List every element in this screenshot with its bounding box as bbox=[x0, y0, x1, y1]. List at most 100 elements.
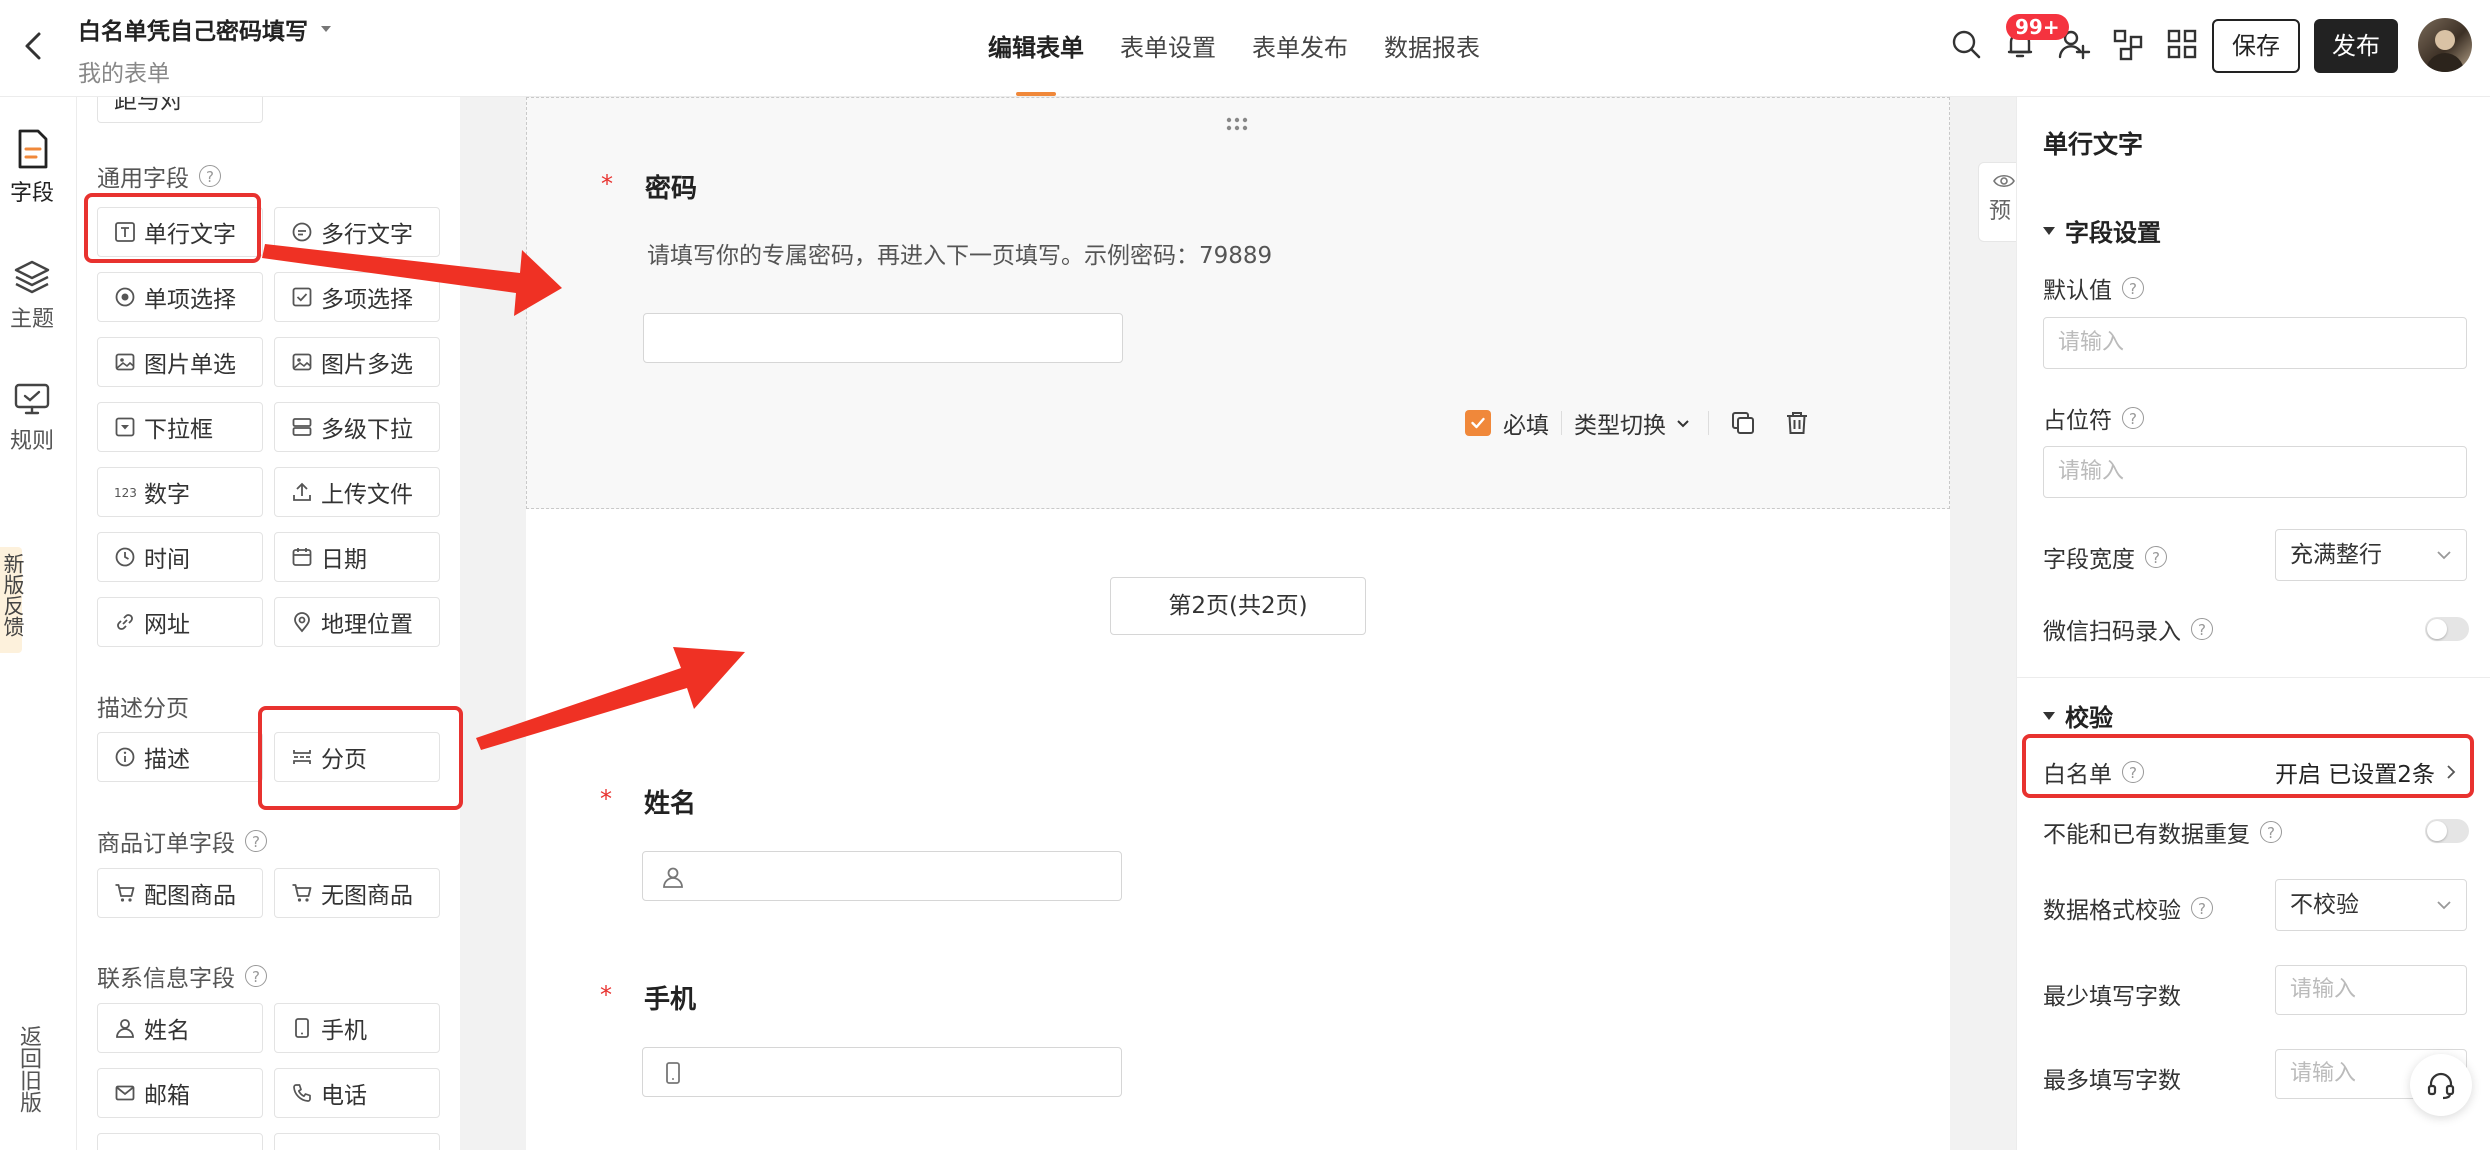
field-cascade[interactable]: 多级下拉 bbox=[274, 402, 440, 452]
field-partial[interactable]: 距与对 bbox=[97, 97, 263, 123]
field-multi-choice[interactable]: 多项选择 bbox=[274, 272, 440, 322]
field-partial-bottom[interactable] bbox=[97, 1133, 263, 1150]
field-dropdown[interactable]: 下拉框 bbox=[97, 402, 263, 452]
divider bbox=[1708, 411, 1709, 435]
mobile-icon bbox=[666, 1062, 680, 1084]
back-to-old-version[interactable]: 返回旧版 bbox=[14, 1025, 41, 1121]
question-title: 姓名 bbox=[644, 789, 697, 819]
select-value: 充满整行 bbox=[2290, 542, 2382, 568]
field-phone[interactable]: 手机 bbox=[274, 1003, 440, 1053]
save-button[interactable]: 保存 bbox=[2212, 19, 2300, 73]
select-value: 不校验 bbox=[2290, 892, 2359, 918]
back-arrow-icon[interactable] bbox=[14, 26, 54, 66]
trash-icon[interactable] bbox=[1783, 409, 1811, 437]
rail-item-rules[interactable]: 规则 bbox=[0, 379, 64, 455]
field-description[interactable]: 描述 bbox=[97, 732, 263, 782]
field-image-single[interactable]: 图片单选 bbox=[97, 337, 263, 387]
drag-handle-icon[interactable] bbox=[1225, 116, 1249, 132]
group-general: 通用字段 ? bbox=[97, 159, 221, 193]
help-icon[interactable]: ? bbox=[199, 165, 221, 187]
question-card-password[interactable]: * 密码 请填写你的专属密码，再进入下一页填写。示例密码：79889 必填 类型… bbox=[526, 97, 1950, 509]
main-tabs: 编辑表单 表单设置 表单发布 数据报表 bbox=[970, 0, 1498, 96]
no-duplicate-label: 不能和已有数据重复 ? bbox=[2043, 815, 2282, 849]
flow-icon[interactable] bbox=[2110, 26, 2146, 62]
rail-item-theme[interactable]: 主题 bbox=[0, 257, 64, 333]
default-value-input[interactable]: 请输入 bbox=[2043, 317, 2467, 369]
question-title: 手机 bbox=[644, 985, 697, 1015]
section-field-settings[interactable]: 字段设置 bbox=[2043, 213, 2161, 248]
required-checkbox[interactable] bbox=[1465, 410, 1491, 436]
field-label: 单项选择 bbox=[144, 287, 236, 313]
field-label: 描述 bbox=[144, 747, 190, 773]
field-label: 手机 bbox=[321, 1018, 367, 1044]
group-description-pagination: 描述分页 bbox=[97, 689, 189, 723]
help-icon[interactable]: ? bbox=[2122, 407, 2144, 429]
form-title[interactable]: 白名单凭自己密码填写 bbox=[78, 12, 334, 46]
field-label: 距与对 bbox=[114, 97, 183, 114]
top-icon-group bbox=[1948, 26, 2200, 62]
format-check-select[interactable]: 不校验 bbox=[2275, 879, 2467, 931]
wechat-scan-toggle[interactable] bbox=[2425, 617, 2469, 641]
group-contact-info: 联系信息字段 ? bbox=[97, 959, 267, 993]
field-time[interactable]: 时间 bbox=[97, 532, 263, 582]
collapse-triangle-icon bbox=[2043, 226, 2055, 235]
field-width-select[interactable]: 充满整行 bbox=[2275, 529, 2467, 581]
field-icon bbox=[18, 129, 48, 169]
copy-icon[interactable] bbox=[1729, 409, 1757, 437]
help-icon[interactable]: ? bbox=[2260, 821, 2282, 843]
phone-input[interactable] bbox=[642, 1047, 1122, 1097]
customer-service-button[interactable] bbox=[2410, 1054, 2472, 1116]
tab-form-publish[interactable]: 表单发布 bbox=[1234, 0, 1366, 96]
tab-data-report[interactable]: 数据报表 bbox=[1366, 0, 1498, 96]
clock-icon bbox=[115, 547, 135, 567]
field-location[interactable]: 地理位置 bbox=[274, 597, 440, 647]
old-version-text: 返回旧版 bbox=[16, 1025, 41, 1113]
field-number[interactable]: 123 数字 bbox=[97, 467, 263, 517]
tab-form-settings[interactable]: 表单设置 bbox=[1102, 0, 1234, 96]
field-label: 下拉框 bbox=[144, 417, 213, 443]
divider bbox=[1561, 411, 1562, 435]
svg-text:123: 123 bbox=[114, 486, 136, 500]
tab-edit-form[interactable]: 编辑表单 bbox=[970, 0, 1102, 96]
help-icon[interactable]: ? bbox=[2122, 277, 2144, 299]
section-validation[interactable]: 校验 bbox=[2043, 698, 2113, 733]
field-email[interactable]: 邮箱 bbox=[97, 1068, 263, 1118]
headset-icon bbox=[2427, 1072, 2455, 1100]
comment-icon bbox=[292, 222, 312, 242]
field-partial-bottom[interactable] bbox=[274, 1133, 440, 1150]
min-chars-input[interactable]: 请输入 bbox=[2275, 965, 2467, 1015]
avatar[interactable] bbox=[2418, 18, 2472, 72]
help-icon[interactable]: ? bbox=[2191, 897, 2213, 919]
help-icon[interactable]: ? bbox=[245, 965, 267, 987]
field-product-no-image[interactable]: 无图商品 bbox=[274, 868, 440, 918]
field-single-choice[interactable]: 单项选择 bbox=[97, 272, 263, 322]
grid-icon[interactable] bbox=[2164, 26, 2200, 62]
phone-handset-icon bbox=[293, 1084, 311, 1102]
preview-tab[interactable]: 预 bbox=[1978, 162, 2018, 242]
field-image-multi[interactable]: 图片多选 bbox=[274, 337, 440, 387]
help-icon[interactable]: ? bbox=[2145, 546, 2167, 568]
field-label: 图片多选 bbox=[321, 352, 413, 378]
search-icon[interactable] bbox=[1948, 26, 1984, 62]
help-icon[interactable]: ? bbox=[2191, 618, 2213, 640]
field-url[interactable]: 网址 bbox=[97, 597, 263, 647]
publish-button[interactable]: 发布 bbox=[2314, 19, 2398, 73]
field-telephone[interactable]: 电话 bbox=[274, 1068, 440, 1118]
highlight-single-text bbox=[84, 193, 261, 263]
field-name[interactable]: 姓名 bbox=[97, 1003, 263, 1053]
field-product-with-image[interactable]: 配图商品 bbox=[97, 868, 263, 918]
rail-item-fields[interactable]: 字段 bbox=[0, 127, 64, 207]
breadcrumb-my-forms[interactable]: 我的表单 bbox=[78, 54, 170, 88]
placeholder-input[interactable]: 请输入 bbox=[2043, 446, 2467, 498]
help-icon[interactable]: ? bbox=[245, 830, 267, 852]
type-switch-button[interactable]: 类型切换 bbox=[1574, 406, 1666, 440]
feedback-tab[interactable]: 新版反馈 bbox=[0, 547, 25, 653]
password-input[interactable] bbox=[643, 313, 1123, 363]
properties-panel: 单行文字 字段设置 默认值 ? 请输入 占位符 ? 请输入 字段宽度 ? 充满整… bbox=[2016, 97, 2490, 1150]
field-date[interactable]: 日期 bbox=[274, 532, 440, 582]
no-duplicate-toggle[interactable] bbox=[2425, 819, 2469, 843]
name-input[interactable] bbox=[642, 851, 1122, 901]
field-multi-text[interactable]: 多行文字 bbox=[274, 207, 440, 257]
form-title-text: 白名单凭自己密码填写 bbox=[78, 19, 308, 45]
field-upload[interactable]: 上传文件 bbox=[274, 467, 440, 517]
